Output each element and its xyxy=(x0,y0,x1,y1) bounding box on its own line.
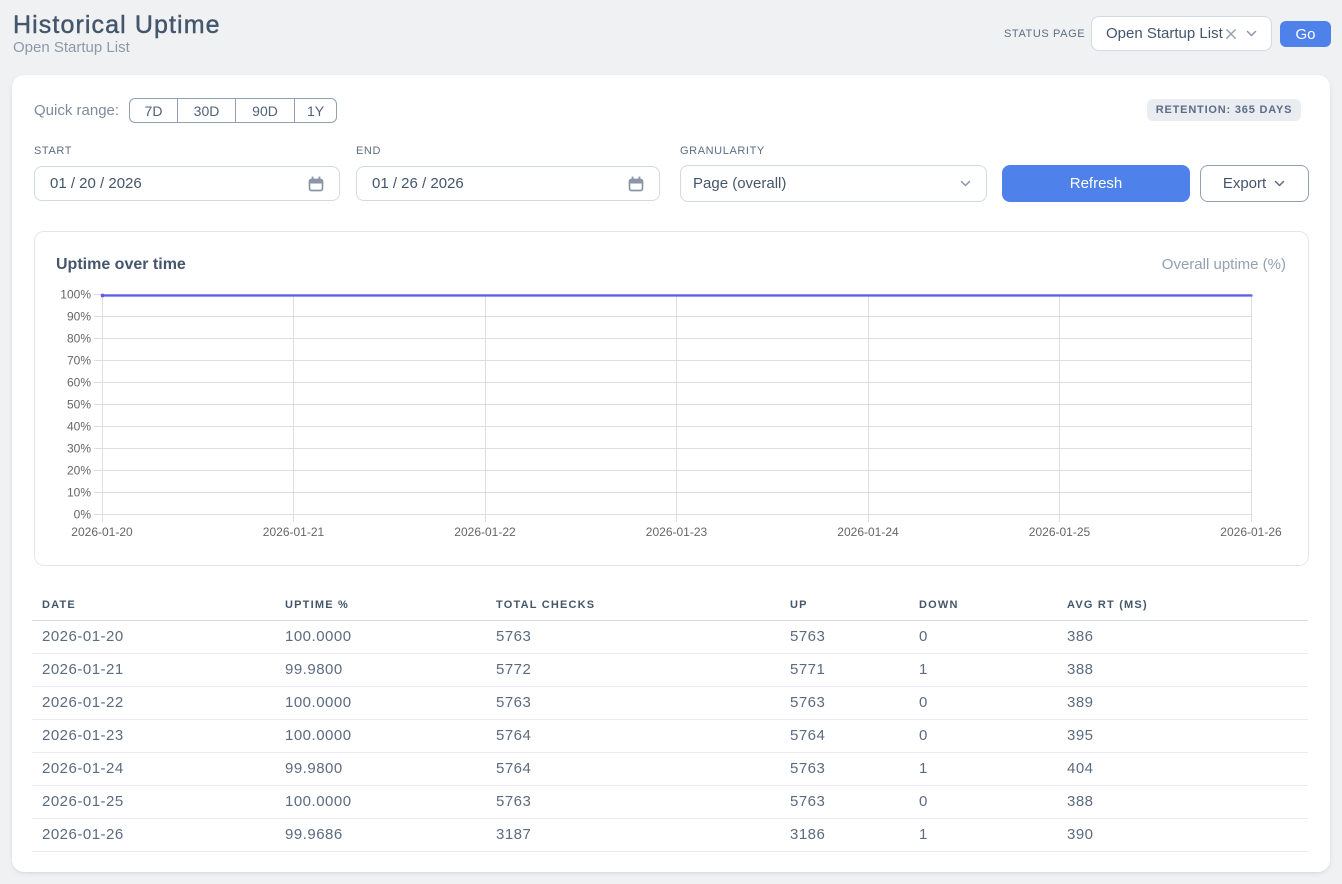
svg-text:30%: 30% xyxy=(67,442,91,456)
svg-text:2026-01-26: 2026-01-26 xyxy=(1220,525,1282,539)
svg-text:50%: 50% xyxy=(67,398,91,412)
svg-text:10%: 10% xyxy=(67,486,91,500)
svg-text:70%: 70% xyxy=(67,354,91,368)
svg-text:2026-01-21: 2026-01-21 xyxy=(263,525,325,539)
svg-text:90%: 90% xyxy=(67,310,91,324)
svg-text:2026-01-22: 2026-01-22 xyxy=(454,525,516,539)
svg-text:2026-01-25: 2026-01-25 xyxy=(1029,525,1091,539)
svg-text:100%: 100% xyxy=(60,288,91,302)
svg-text:20%: 20% xyxy=(67,464,91,478)
svg-text:0%: 0% xyxy=(74,508,92,522)
svg-text:80%: 80% xyxy=(67,332,91,346)
svg-text:60%: 60% xyxy=(67,376,91,390)
svg-text:2026-01-20: 2026-01-20 xyxy=(71,525,133,539)
svg-text:2026-01-24: 2026-01-24 xyxy=(837,525,899,539)
svg-text:40%: 40% xyxy=(67,420,91,434)
svg-text:2026-01-23: 2026-01-23 xyxy=(646,525,708,539)
